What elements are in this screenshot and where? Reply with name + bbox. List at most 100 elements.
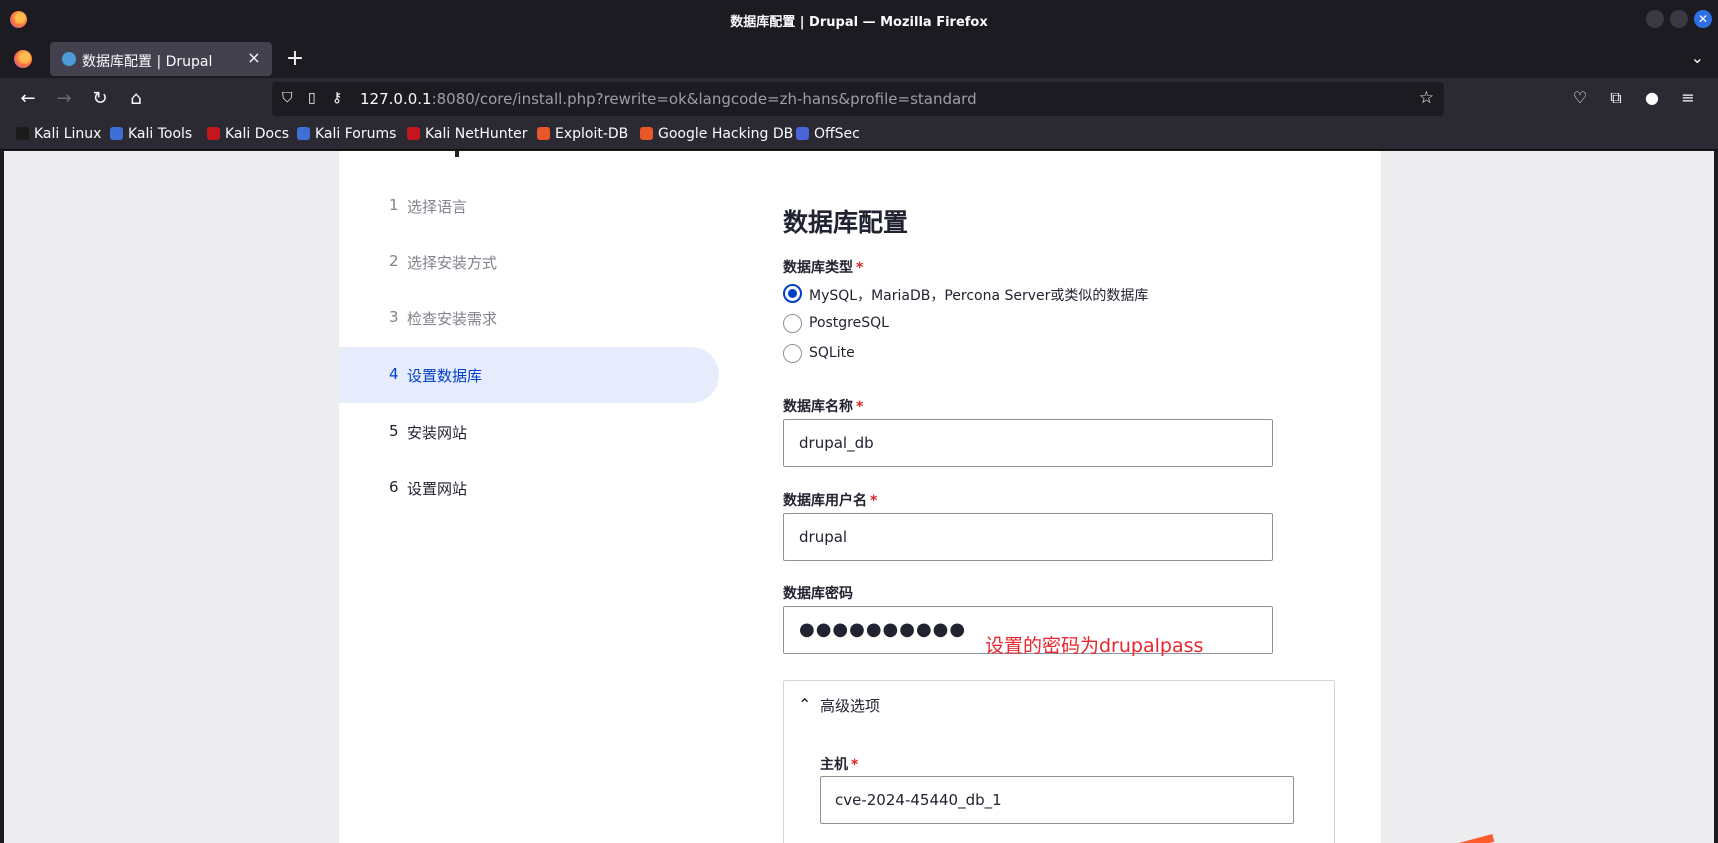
forward-button[interactable]: → (52, 87, 76, 111)
bookmark-label: Kali Forums (315, 126, 397, 142)
db-user-label-text: 数据库用户名 (783, 493, 867, 509)
bookmark-label: Kali Linux (34, 126, 102, 142)
url-host: 127.0.0.1 (360, 90, 432, 108)
url-text[interactable]: 127.0.0.1:8080/core/install.php?rewrite=… (360, 90, 977, 108)
firefox-view-icon[interactable] (14, 50, 32, 68)
new-tab-button[interactable]: + (283, 46, 307, 71)
step-number: 2 (389, 252, 399, 270)
bookmark-exploit-db[interactable]: Exploit-DB (537, 126, 628, 142)
db-pass-masked-value: ●●●●●●●●●● (799, 619, 967, 640)
maximize-button[interactable] (1670, 10, 1688, 28)
reload-button[interactable]: ↻ (88, 87, 112, 111)
pocket-icon[interactable]: ♡ (1569, 88, 1591, 107)
step-label: 安装网站 (407, 424, 468, 442)
host-value: cve-2024-45440_db_1 (835, 791, 1002, 809)
bookmarks-toolbar: Kali Linux Kali Tools Kali Docs Kali For… (0, 120, 1718, 150)
shield-icon[interactable]: ⛉ (282, 90, 293, 106)
db-user-label: 数据库用户名 * (783, 490, 877, 510)
radio-label: PostgreSQL (809, 315, 889, 331)
step-label: 选择语言 (407, 198, 468, 216)
step-label: 选择安装方式 (407, 254, 498, 272)
bookmark-kali-linux[interactable]: Kali Linux (16, 126, 101, 142)
db-type-label: 数据库类型 * (783, 257, 863, 277)
db-user-value: drupal (799, 528, 848, 546)
radio-button[interactable] (783, 344, 802, 363)
key-icon[interactable]: ⚷ (332, 90, 342, 106)
bookmark-star-icon[interactable]: ☆ (1419, 88, 1434, 108)
app-menu-icon[interactable]: ≡ (1677, 88, 1699, 107)
step-choose-profile: 2 选择安装方式 (339, 234, 719, 290)
step-number: 6 (389, 478, 399, 496)
home-button[interactable]: ⌂ (124, 87, 148, 111)
bookmark-label: OffSec (814, 126, 860, 142)
nethunter-icon (407, 127, 420, 140)
minimize-button[interactable] (1646, 10, 1664, 28)
bookmark-kali-tools[interactable]: Kali Tools (110, 126, 192, 142)
kali-forums-icon (297, 127, 310, 140)
page-icon[interactable]: ▯ (308, 90, 316, 106)
bookmark-offsec[interactable]: OffSec (796, 126, 860, 142)
advanced-options-toggle[interactable]: 高级选项 (820, 695, 880, 716)
required-mark: * (856, 260, 864, 276)
step-configure-site: 6 设置网站 (339, 460, 719, 516)
window-titlebar: 数据库配置 | Drupal — Mozilla Firefox ✕ (0, 0, 1718, 40)
db-name-label: 数据库名称 * (783, 396, 863, 416)
required-mark: * (870, 493, 878, 509)
db-name-value: drupal_db (799, 434, 874, 452)
step-label: 设置网站 (407, 480, 468, 498)
advanced-options-panel: ⌃ 高级选项 主机 * cve-2024-45440_db_1 (783, 680, 1335, 843)
url-bar[interactable]: ⛉ ▯ ⚷ 127.0.0.1:8080/core/install.php?re… (272, 82, 1444, 116)
radio-button[interactable] (783, 314, 802, 333)
tab-close-icon[interactable]: × (244, 48, 264, 67)
profile-avatar-icon[interactable]: ● (1641, 88, 1663, 107)
kali-dragon-icon (16, 127, 29, 140)
step-number: 5 (389, 422, 399, 440)
required-mark: * (851, 757, 859, 773)
step-number: 4 (389, 365, 399, 383)
tab-strip: 数据库配置 | Drupal × + ⌄ (0, 40, 1718, 78)
extensions-icon[interactable]: ⧉ (1605, 88, 1627, 108)
db-user-input[interactable]: drupal (783, 513, 1273, 561)
drupal-favicon-icon (62, 52, 76, 66)
db-name-label-text: 数据库名称 (783, 399, 853, 415)
tab-title: 数据库配置 | Drupal (82, 54, 213, 70)
bookmark-label: Kali Tools (128, 126, 193, 142)
step-install-site: 5 安装网站 (339, 404, 719, 460)
step-setup-database: 4 设置数据库 (339, 347, 719, 403)
step-label: 检查安装需求 (407, 310, 498, 328)
logo-fragment (455, 151, 459, 157)
offsec-icon (796, 127, 809, 140)
annotation-arrow-fragment (1453, 833, 1495, 843)
red-annotation-text: 设置的密码为drupalpass (985, 635, 1204, 657)
list-all-tabs-icon[interactable]: ⌄ (1691, 48, 1704, 67)
radio-label: SQLite (809, 345, 855, 361)
page-title: 数据库配置 (783, 208, 909, 237)
tab-drupal[interactable]: 数据库配置 | Drupal × (50, 42, 272, 76)
step-number: 1 (389, 196, 399, 214)
step-number: 3 (389, 308, 399, 326)
host-label-text: 主机 (820, 757, 848, 773)
chevron-up-icon[interactable]: ⌃ (798, 695, 811, 714)
db-type-label-text: 数据库类型 (783, 260, 853, 276)
host-label: 主机 * (820, 754, 858, 774)
bookmark-kali-nethunter[interactable]: Kali NetHunter (407, 126, 527, 142)
ghdb-icon (640, 127, 653, 140)
bookmark-label: Google Hacking DB (658, 126, 794, 142)
install-card: 1 选择语言 2 选择安装方式 3 检查安装需求 4 设置数据库 5 安装网站 … (339, 151, 1381, 843)
exploit-db-icon (537, 127, 550, 140)
step-choose-language: 1 选择语言 (339, 178, 719, 234)
host-input[interactable]: cve-2024-45440_db_1 (820, 776, 1294, 824)
bookmark-kali-docs[interactable]: Kali Docs (207, 126, 289, 142)
radio-button-checked[interactable] (783, 284, 802, 303)
db-pass-label: 数据库密码 (783, 586, 853, 602)
radio-label: MySQL，MariaDB，Percona Server或类似的数据库 (809, 288, 1149, 304)
page-viewport: 1 选择语言 2 选择安装方式 3 检查安装需求 4 设置数据库 5 安装网站 … (4, 151, 1714, 843)
back-button[interactable]: ← (16, 87, 40, 111)
kali-docs-icon (207, 127, 220, 140)
step-label: 设置数据库 (407, 367, 483, 385)
bookmark-kali-forums[interactable]: Kali Forums (297, 126, 396, 142)
db-name-input[interactable]: drupal_db (783, 419, 1273, 467)
close-window-button[interactable]: ✕ (1694, 10, 1712, 28)
bookmark-google-hacking-db[interactable]: Google Hacking DB (640, 126, 793, 142)
required-mark: * (856, 399, 864, 415)
